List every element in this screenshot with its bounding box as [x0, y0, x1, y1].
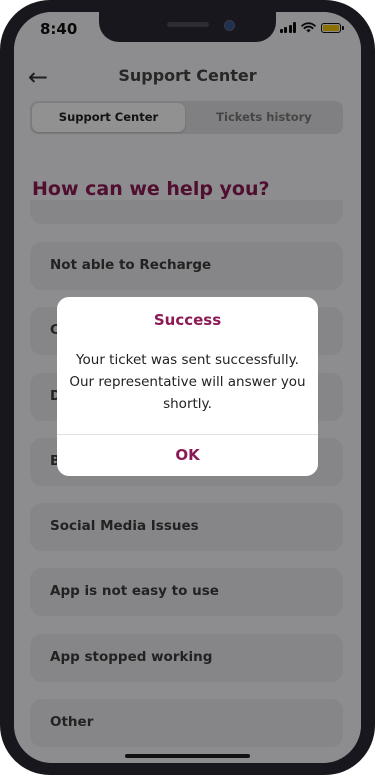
home-indicator[interactable] [125, 754, 250, 758]
screen: 8:40 ← Support Center Support Center Tic… [14, 12, 361, 763]
speaker-icon [167, 22, 209, 27]
dialog-title: Success [153, 311, 222, 329]
success-dialog: Success Your ticket was sent successfull… [57, 297, 318, 476]
ok-button[interactable]: OK [57, 435, 318, 476]
phone-frame: 8:40 ← Support Center Support Center Tic… [0, 0, 375, 775]
dialog-message: Your ticket was sent successfully. Our r… [69, 352, 306, 412]
camera-icon [224, 20, 235, 31]
notch [99, 12, 276, 42]
